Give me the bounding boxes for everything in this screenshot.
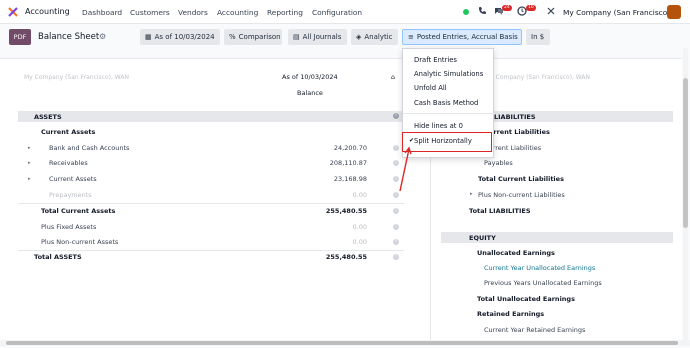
assets-header: ASSETS: [34, 113, 62, 121]
horizontal-scrollbar[interactable]: [0, 340, 690, 346]
caret-right-icon[interactable]: ▸: [28, 160, 31, 166]
info-icon[interactable]: i: [393, 113, 399, 119]
divider: [18, 250, 404, 251]
list-item: Total Unallocated Earnings: [477, 295, 575, 303]
nav-customers[interactable]: Customers: [130, 8, 170, 17]
report-company-right: My Company (San Francisco), WAN: [485, 74, 590, 81]
list-item[interactable]: Prepayments: [49, 191, 92, 199]
report-sheet: [0, 58, 682, 340]
options-filter-button[interactable]: ≡ Posted Entries, Accrual Basis: [402, 29, 522, 45]
list-item: Total Current Assets: [41, 207, 116, 215]
caret-right-icon[interactable]: ▸: [28, 176, 31, 182]
nav-vendors[interactable]: Vendors: [178, 8, 208, 17]
value-cell[interactable]: 24,200.70: [317, 144, 367, 152]
list-item[interactable]: Current Assets: [49, 175, 97, 183]
info-icon[interactable]: i: [393, 224, 399, 230]
liabilities-header: LIABILITIES: [494, 113, 536, 121]
list-item-link[interactable]: Current Year Unallocated Earnings: [484, 264, 595, 272]
divider: [18, 203, 404, 204]
company-switcher[interactable]: My Company (San Francisco): [563, 8, 670, 17]
assets-section-bar: [18, 111, 404, 122]
list-item: Retained Earnings: [477, 310, 545, 318]
menu-item-analytic-simulations[interactable]: Analytic Simulations: [414, 70, 483, 78]
currency-label: In $: [531, 33, 545, 41]
date-filter-label: As of 10/03/2024: [154, 33, 215, 41]
nav-reporting[interactable]: Reporting: [267, 8, 303, 17]
caret-right-icon[interactable]: ▸: [470, 191, 473, 197]
layers-icon: ◈: [356, 33, 362, 41]
list-item: Total Current Liabilities: [478, 175, 564, 183]
balance-column-header: Balance: [297, 89, 323, 97]
value-cell: 255,480.55: [325, 253, 367, 261]
menu-item-unfold-all[interactable]: Unfold All: [414, 84, 447, 92]
analytic-label: Analytic: [364, 33, 393, 41]
value-cell[interactable]: 208,110.87: [317, 159, 367, 167]
filter-icon: ≡: [408, 33, 414, 41]
calendar-icon: ▦: [145, 33, 152, 41]
menu-item-hide-lines[interactable]: Hide lines at 0: [414, 122, 463, 130]
value-cell[interactable]: 0.00: [317, 238, 367, 246]
chat-badge: 24: [502, 5, 512, 11]
annotation-arrow: [399, 146, 412, 192]
report-date-header: As of 10/03/2024: [282, 73, 338, 81]
gear-icon[interactable]: ⚙: [99, 32, 106, 41]
date-filter-button[interactable]: ▦ As of 10/03/2024: [140, 29, 220, 45]
tools-icon[interactable]: [546, 6, 556, 16]
status-dot: [463, 9, 469, 15]
list-item: Unallocated Earnings: [477, 249, 555, 257]
accounting-app-icon[interactable]: [8, 7, 18, 17]
options-filter-label: Posted Entries, Accrual Basis: [416, 33, 518, 41]
app-name[interactable]: Accounting: [25, 7, 70, 16]
menu-item-draft-entries[interactable]: Draft Entries: [414, 56, 457, 64]
percent-icon: %: [229, 33, 236, 41]
phone-icon[interactable]: [477, 6, 487, 16]
activity-badge: 16: [526, 5, 536, 11]
journal-icon: ▤: [293, 33, 300, 41]
value-cell[interactable]: 0.00: [317, 191, 367, 199]
currency-button[interactable]: In $: [526, 29, 550, 45]
nav-configuration[interactable]: Configuration: [312, 8, 362, 17]
list-item[interactable]: Previous Years Unallocated Earnings: [484, 279, 602, 287]
vertical-scrollbar[interactable]: [683, 48, 688, 340]
list-item[interactable]: Payables: [484, 159, 513, 167]
analytic-button[interactable]: ◈ Analytic: [351, 29, 398, 45]
info-icon[interactable]: i: [393, 254, 399, 260]
journals-button[interactable]: ▤ All Journals: [288, 29, 347, 45]
list-item[interactable]: Bank and Cash Accounts: [49, 144, 129, 152]
comparison-label: Comparison: [238, 33, 281, 41]
menu-separator: [403, 113, 495, 114]
list-item[interactable]: Plus Non-current Liabilities: [478, 191, 565, 199]
info-icon[interactable]: i: [393, 239, 399, 245]
journals-label: All Journals: [302, 33, 342, 41]
list-item: Current Assets: [41, 128, 96, 136]
equity-header: EQUITY: [469, 234, 496, 242]
menu-item-cash-basis[interactable]: Cash Basis Method: [414, 99, 478, 107]
pin-icon[interactable]: ⌂: [391, 73, 395, 81]
value-cell: 255,480.55: [325, 207, 367, 215]
list-item[interactable]: Plus Non-current Assets: [41, 238, 118, 246]
value-cell[interactable]: 0.00: [317, 223, 367, 231]
list-item[interactable]: Receivables: [49, 159, 88, 167]
list-item[interactable]: Plus Fixed Assets: [41, 223, 96, 231]
list-item: Total ASSETS: [34, 253, 82, 261]
caret-right-icon[interactable]: ▸: [28, 145, 31, 151]
top-navbar: Accounting Dashboard Customers Vendors A…: [0, 0, 690, 24]
pdf-button[interactable]: PDF: [9, 29, 31, 45]
info-icon[interactable]: i: [393, 208, 399, 214]
user-avatar[interactable]: [667, 5, 681, 19]
list-item[interactable]: Current Year Retained Earnings: [484, 326, 585, 334]
value-cell[interactable]: 23,168.98: [317, 175, 367, 183]
nav-dashboard[interactable]: Dashboard: [82, 8, 122, 17]
nav-accounting[interactable]: Accounting: [217, 8, 258, 17]
comparison-button[interactable]: % Comparison: [224, 29, 282, 45]
page-title: Balance Sheet: [38, 32, 100, 42]
report-company: My Company (San Francisco), WAN: [24, 74, 129, 81]
list-item: Total LIABILITIES: [469, 207, 531, 215]
